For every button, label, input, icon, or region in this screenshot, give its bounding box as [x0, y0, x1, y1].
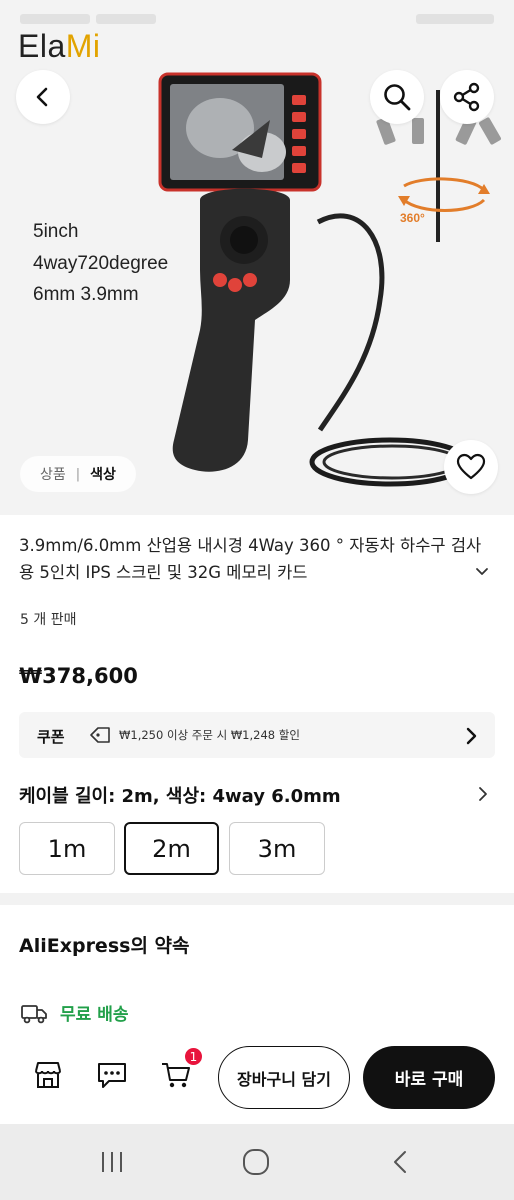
cart-count-badge: 1: [183, 1046, 204, 1067]
spec-articulation: 4way720degree: [33, 253, 169, 274]
image-tab-switcher: 상품 | 색상: [20, 456, 136, 492]
section-divider: [0, 893, 514, 905]
nav-back-icon[interactable]: [389, 1148, 413, 1176]
coupon-label: 쿠폰: [37, 728, 65, 746]
brand-logo-part2: Mi: [65, 28, 101, 64]
chevron-down-icon[interactable]: [474, 564, 490, 580]
product-image-gallery[interactable]: 360° ElaMi 5inch 4way720degree 6mm 3.9mm…: [0, 0, 514, 515]
variant-summary[interactable]: 케이블 길이: 2m, 색상: 4way 6.0mm: [19, 782, 341, 808]
buy-now-button[interactable]: 바로 구매: [363, 1046, 495, 1109]
coupon-description: ₩1,250 이상 주문 시 ₩1,248 할인: [119, 728, 300, 742]
chevron-right-icon: [466, 727, 477, 745]
wishlist-button[interactable]: [444, 440, 498, 494]
chat-icon[interactable]: [96, 1060, 128, 1090]
brand-logo: ElaMi: [18, 28, 101, 65]
recent-apps-icon[interactable]: [99, 1148, 125, 1176]
coupon-banner[interactable]: 쿠폰 ₩1,250 이상 주문 시 ₩1,248 할인: [19, 712, 495, 758]
image-tab-separator: |: [75, 466, 81, 482]
option-cable-1m[interactable]: 1m: [19, 822, 115, 875]
spec-probe-diameter: 6mm 3.9mm: [33, 284, 139, 305]
status-notification-icons: [96, 14, 156, 24]
back-button[interactable]: [16, 70, 70, 124]
search-icon: [384, 84, 411, 111]
heart-icon: [456, 453, 486, 480]
image-tab-color[interactable]: 색상: [90, 464, 116, 484]
rotation-badge-text: 360°: [400, 211, 425, 225]
brand-logo-part1: Ela: [18, 28, 66, 64]
product-price: ₩378,600: [19, 664, 138, 688]
share-icon: [453, 82, 480, 112]
status-battery-icons: [416, 14, 494, 24]
search-button[interactable]: [370, 70, 424, 124]
store-icon[interactable]: [32, 1060, 64, 1090]
chevron-right-icon[interactable]: [476, 786, 490, 802]
system-navigation-bar: [0, 1124, 514, 1200]
truck-icon: [21, 1005, 47, 1024]
add-to-cart-button[interactable]: 장바구니 담기: [218, 1046, 350, 1109]
home-icon[interactable]: [241, 1148, 271, 1176]
tag-icon: [90, 727, 110, 743]
option-cable-2m-selected[interactable]: 2m: [124, 822, 219, 875]
free-shipping-label: 무료 배송: [60, 1005, 129, 1025]
option-cable-3m[interactable]: 3m: [229, 822, 325, 875]
chevron-left-icon: [36, 87, 48, 107]
sold-count: 5 개 판매: [20, 612, 77, 628]
spec-screen-size: 5inch: [33, 221, 79, 242]
promise-title: AliExpress의 약속: [19, 935, 190, 957]
image-tab-product[interactable]: 상품: [40, 464, 66, 484]
share-button[interactable]: [440, 70, 494, 124]
product-title[interactable]: 3.9mm/6.0mm 산업용 내시경 4Way 360 ° 자동차 하수구 검…: [19, 532, 489, 586]
status-time-placeholder: [20, 14, 90, 24]
bottom-action-bar: 1 장바구니 담기 바로 구매: [0, 1030, 514, 1124]
